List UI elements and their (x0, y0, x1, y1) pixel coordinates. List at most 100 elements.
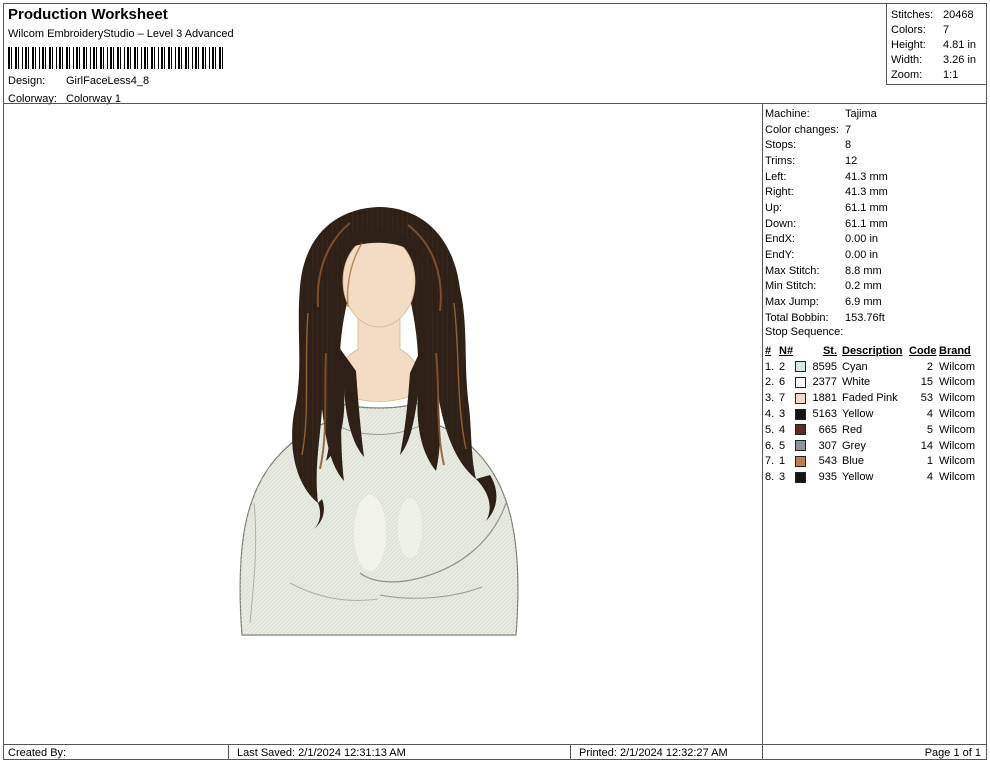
stop-row-num: 4. (765, 408, 779, 420)
machine-value: 0.00 in (845, 249, 878, 261)
embroidery-design-preview (230, 203, 530, 638)
stop-row-brand: Wilcom (933, 471, 981, 483)
machine-value: 8.8 mm (845, 265, 882, 277)
stop-sequence-row: 5. 4 665 Red 5 Wilcom (765, 422, 987, 438)
stop-row-needle: 5 (779, 440, 795, 452)
stop-sequence-row: 4. 3 5163 Yellow 4 Wilcom (765, 406, 987, 422)
thread-color-swatch (795, 393, 806, 404)
stop-row-needle: 3 (779, 471, 795, 483)
machine-label: Right: (765, 186, 845, 198)
summary-label: Zoom: (887, 69, 943, 81)
stop-row-description: Yellow (837, 471, 909, 483)
stop-row-description: White (837, 376, 909, 388)
stop-row-num: 1. (765, 361, 779, 373)
machine-value: 153.76ft (845, 312, 885, 324)
stop-row-description: Blue (837, 455, 909, 467)
machine-label: Total Bobbin: (765, 312, 845, 324)
summary-value: 7 (943, 24, 949, 36)
machine-row: Total Bobbin:153.76ft (765, 310, 986, 326)
machine-row: Min Stitch:0.2 mm (765, 279, 986, 295)
summary-value: 1:1 (943, 69, 958, 81)
swatch-cell (795, 440, 811, 451)
col-header-code: Code (909, 345, 933, 357)
col-header-brand: Brand (933, 345, 981, 357)
summary-row: Width:3.26 in (887, 53, 986, 68)
machine-label: EndX: (765, 233, 845, 245)
stop-sequence-row: 6. 5 307 Grey 14 Wilcom (765, 438, 987, 454)
machine-label: Left: (765, 171, 845, 183)
machine-label: Min Stitch: (765, 280, 845, 292)
summary-row: Stitches:20468 (887, 7, 986, 22)
stop-row-brand: Wilcom (933, 361, 981, 373)
stop-row-description: Faded Pink (837, 392, 909, 404)
stop-row-code: 15 (909, 376, 933, 388)
stop-sequence-row: 2. 6 2377 White 15 Wilcom (765, 375, 987, 391)
printed-text: Printed: 2/1/2024 12:32:27 AM (570, 745, 762, 760)
swatch-cell (795, 409, 811, 420)
col-header-stitches: St. (811, 345, 837, 357)
machine-value: 61.1 mm (845, 218, 888, 230)
summary-row: Colors:7 (887, 22, 986, 37)
stop-row-code: 2 (909, 361, 933, 373)
stop-row-stitches: 543 (811, 455, 837, 467)
stop-row-code: 14 (909, 440, 933, 452)
swatch-cell (795, 456, 811, 467)
machine-label: Machine: (765, 108, 845, 120)
machine-label: Trims: (765, 155, 845, 167)
machine-value: 0.2 mm (845, 280, 882, 292)
swatch-cell (795, 472, 811, 483)
stop-row-needle: 1 (779, 455, 795, 467)
machine-value: 12 (845, 155, 857, 167)
stop-row-stitches: 935 (811, 471, 837, 483)
design-row: Design: GirlFaceLess4_8 (8, 75, 234, 87)
thread-color-swatch (795, 472, 806, 483)
summary-value: 20468 (943, 9, 974, 21)
stop-row-needle: 4 (779, 424, 795, 436)
stop-row-code: 53 (909, 392, 933, 404)
machine-label: Max Jump: (765, 296, 845, 308)
summary-value: 4.81 in (943, 39, 976, 51)
software-subtitle: Wilcom EmbroideryStudio – Level 3 Advanc… (8, 28, 234, 40)
machine-value: 0.00 in (845, 233, 878, 245)
col-header-description: Description (837, 345, 909, 357)
machine-label: Stops: (765, 139, 845, 151)
stop-sequence-row: 7. 1 543 Blue 1 Wilcom (765, 454, 987, 470)
design-canvas (4, 104, 762, 744)
created-by-label: Created By: (3, 745, 228, 760)
stop-row-code: 5 (909, 424, 933, 436)
machine-row: Up:61.1 mm (765, 200, 986, 216)
stop-row-stitches: 5163 (811, 408, 837, 420)
machine-value: 61.1 mm (845, 202, 888, 214)
machine-row: Max Stitch:8.8 mm (765, 263, 986, 279)
last-saved-text: Last Saved: 2/1/2024 12:31:13 AM (228, 745, 570, 760)
machine-label: Down: (765, 218, 845, 230)
machine-label: Up: (765, 202, 845, 214)
summary-row: Zoom:1:1 (887, 68, 986, 83)
stop-row-needle: 6 (779, 376, 795, 388)
stop-row-description: Cyan (837, 361, 909, 373)
girl-embroidery-illustration (230, 203, 530, 638)
stop-row-num: 3. (765, 392, 779, 404)
machine-row: EndX:0.00 in (765, 232, 986, 248)
summary-label: Stitches: (887, 9, 943, 21)
machine-value: 7 (845, 124, 851, 136)
stop-row-num: 7. (765, 455, 779, 467)
stop-sequence-row: 3. 7 1881 Faded Pink 53 Wilcom (765, 390, 987, 406)
machine-label: Color changes: (765, 124, 845, 136)
stop-sequence-section: Stop Sequence: # N# St. Description Code… (765, 326, 987, 485)
stop-row-num: 2. (765, 376, 779, 388)
machine-row: Down:61.1 mm (765, 216, 986, 232)
page-title: Production Worksheet (8, 6, 234, 23)
thread-color-swatch (795, 361, 806, 372)
machine-row: Trims:12 (765, 153, 986, 169)
swatch-cell (795, 424, 811, 435)
stop-row-stitches: 307 (811, 440, 837, 452)
header: Production Worksheet Wilcom EmbroiderySt… (8, 6, 234, 105)
swatch-cell (795, 393, 811, 404)
machine-row: Left:41.3 mm (765, 169, 986, 185)
summary-value: 3.26 in (943, 54, 976, 66)
machine-row: Max Jump:6.9 mm (765, 294, 986, 310)
stop-row-brand: Wilcom (933, 408, 981, 420)
machine-info-panel: Machine:Tajima Color changes:7 Stops:8 T… (765, 106, 986, 326)
machine-row: Color changes:7 (765, 122, 986, 138)
